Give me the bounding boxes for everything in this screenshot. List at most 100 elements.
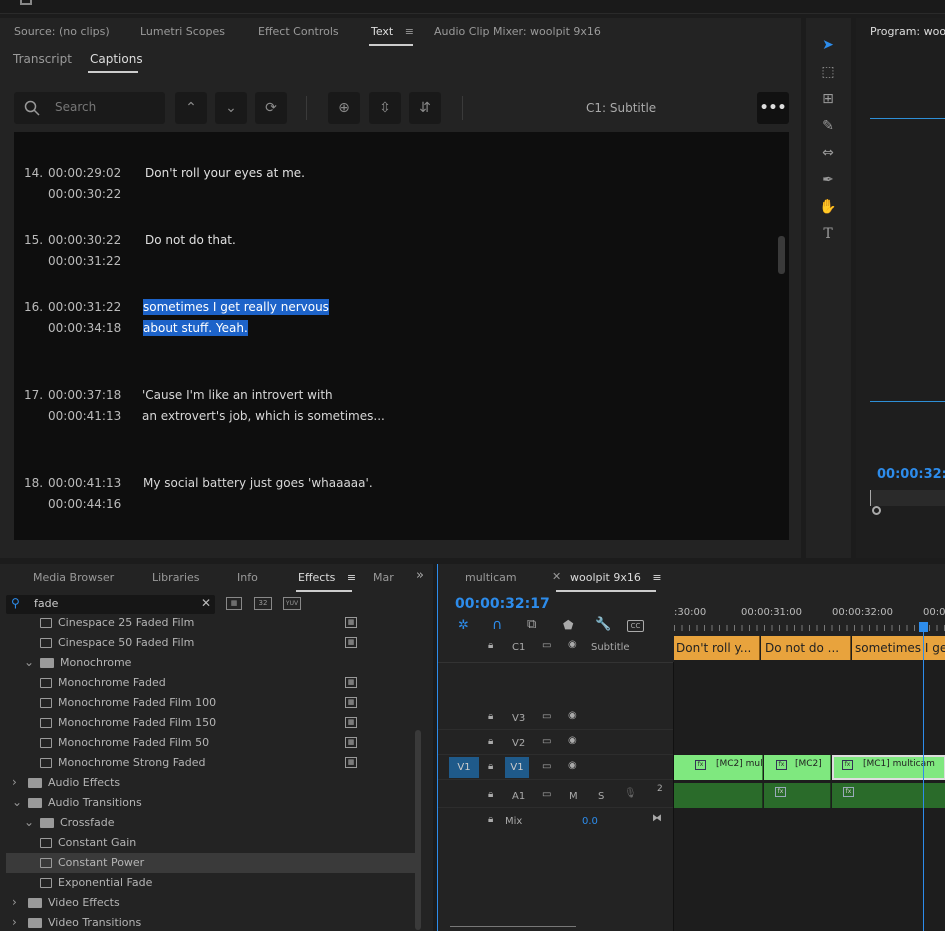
caption-item[interactable]: 14. 00:00:29:02 00:00:30:22 Don't roll y…	[24, 166, 724, 208]
add-caption-button[interactable]: ⊕	[328, 92, 360, 124]
a1-clip[interactable]	[674, 783, 763, 808]
caption-text-line2[interactable]: an extrovert's job, which is sometimes..…	[142, 409, 385, 423]
effects-tree-item[interactable]: Cinespace 25 Faded Film ▦	[6, 617, 420, 633]
effects-tree-item[interactable]: Monochrome Strong Faded ▦	[6, 753, 420, 773]
caption-start[interactable]: 00:00:41:13	[48, 476, 121, 490]
caption-text[interactable]: 'Cause I'm like an introvert with	[142, 388, 333, 402]
caption-start[interactable]: 00:00:29:02	[48, 166, 121, 180]
track-select-tool-icon[interactable]: ⬚	[817, 64, 839, 84]
tab-media-browser[interactable]: Media Browser	[33, 571, 114, 584]
chevron-right-icon[interactable]: ›	[12, 775, 17, 789]
caption-start[interactable]: 00:00:37:18	[48, 388, 121, 402]
effects-tree-item[interactable]: Exponential Fade	[6, 873, 420, 893]
caption-start[interactable]: 00:00:30:22	[48, 233, 121, 247]
lock-icon[interactable]: 🔒︎	[488, 640, 493, 651]
panel-menu-icon[interactable]: ≡	[652, 571, 661, 584]
effects-tree-item[interactable]: › Video Effects	[6, 893, 420, 913]
tab-captions[interactable]: Captions	[90, 52, 143, 66]
caption-end[interactable]: 00:00:34:18	[48, 321, 121, 335]
caption-clip[interactable]: sometimes I get	[852, 636, 945, 660]
effects-tree-item[interactable]: Monochrome Faded ▦	[6, 673, 420, 693]
lock-icon[interactable]: 🔒︎	[488, 711, 493, 722]
effects-tree-item[interactable]: Monochrome Faded Film 100 ▦	[6, 693, 420, 713]
playhead-handle[interactable]	[919, 622, 928, 632]
time-ruler[interactable]: :30:00 00:00:31:00 00:00:32:00 00:0	[674, 604, 945, 634]
film-icon[interactable]: ▭	[542, 789, 551, 800]
microphone-icon[interactable]: 🎙︎	[624, 788, 637, 799]
selection-tool-icon[interactable]: ➤	[817, 37, 839, 57]
effects-tree-item[interactable]: ⌄ Monochrome	[6, 653, 420, 673]
effects-search-field[interactable]: ⚲ fade ✕	[6, 595, 215, 614]
hand-tool-icon[interactable]: ✋	[817, 199, 839, 219]
source-patch-v1[interactable]: V1	[449, 757, 479, 778]
slip-tool-icon[interactable]: ⇔	[817, 145, 839, 165]
32bit-effects-filter-icon[interactable]: 32	[254, 597, 272, 610]
chevron-down-icon[interactable]: ⌄	[24, 815, 34, 829]
clear-search-icon[interactable]: ✕	[201, 596, 211, 610]
search-field[interactable]: Search	[14, 92, 165, 124]
caption-track-header[interactable]: 🔒︎ C1 ▭ ◉ Subtitle	[438, 636, 674, 661]
caption-item-selected[interactable]: 16. 00:00:31:22 00:00:34:18 sometimes I …	[24, 299, 724, 342]
lock-icon[interactable]: 🔒︎	[488, 761, 493, 772]
effects-tree-item[interactable]: Cinespace 50 Faded Film ▦	[6, 633, 420, 653]
effects-tree-item[interactable]: ⌄ Audio Transitions	[6, 793, 420, 813]
yuv-effects-filter-icon[interactable]: YUV	[283, 597, 301, 610]
tab-timeline-multicam[interactable]: multicam	[465, 571, 517, 584]
track-header-v3[interactable]: 🔒︎ V3 ▭ ◉	[438, 705, 674, 730]
tab-audio-clip-mixer[interactable]: Audio Clip Mixer: woolpit 9x16	[434, 25, 601, 38]
program-timecode[interactable]: 00:00:32:1	[877, 467, 945, 482]
caption-text-selected-line2[interactable]: about stuff. Yeah.	[143, 320, 248, 336]
track-header-a1[interactable]: 🔒︎ A1 ▭ M S 🎙︎ 2	[438, 783, 674, 808]
tab-libraries[interactable]: Libraries	[152, 571, 200, 584]
wrench-icon[interactable]: 🔧	[595, 617, 611, 632]
caption-text[interactable]: My social battery just goes 'whaaaaa'.	[143, 476, 373, 490]
eye-icon[interactable]: ◉	[568, 760, 577, 771]
eye-icon[interactable]: ◉	[568, 639, 577, 650]
chevron-down-icon[interactable]: ⌄	[12, 795, 22, 809]
more-panels-icon[interactable]: »	[416, 568, 424, 583]
program-scrubber-handle[interactable]	[872, 506, 881, 515]
captions-icon[interactable]: CC	[627, 620, 644, 632]
close-tab-icon[interactable]: ✕	[552, 570, 561, 583]
tab-info[interactable]: Info	[237, 571, 258, 584]
track-header-mix[interactable]: 🔒︎ Mix 0.0 ⧓	[438, 808, 674, 833]
film-icon[interactable]: ▭	[542, 736, 551, 747]
v1-clip[interactable]: fx [MC2]	[764, 755, 831, 780]
tab-transcript[interactable]: Transcript	[13, 52, 72, 66]
chevron-right-icon[interactable]: ›	[12, 895, 17, 909]
caption-end[interactable]: 00:00:44:16	[48, 497, 121, 511]
add-marker-icon[interactable]: ⧉	[527, 617, 536, 632]
tab-timeline-woolpit[interactable]: woolpit 9x16 ≡	[570, 571, 662, 584]
track-v1[interactable]: V1	[505, 757, 529, 778]
more-options-button[interactable]: •••	[757, 92, 789, 124]
lock-icon[interactable]: 🔒︎	[488, 789, 493, 800]
replace-button[interactable]: ⟳	[255, 92, 287, 124]
pen-tool-icon[interactable]: ✒	[817, 172, 839, 192]
caption-end[interactable]: 00:00:30:22	[48, 187, 121, 201]
program-title[interactable]: Program: woolp	[870, 25, 945, 38]
caption-clip[interactable]: Do not do ...	[761, 636, 851, 660]
caption-item[interactable]: 18. 00:00:41:13 00:00:44:16 My social ba…	[24, 476, 724, 518]
caption-scrollbar[interactable]	[778, 236, 785, 274]
type-tool-icon[interactable]: T	[817, 226, 839, 246]
snap-icon[interactable]: ✲	[458, 618, 469, 633]
program-scrubber[interactable]	[870, 490, 945, 515]
mix-value[interactable]: 0.0	[582, 816, 598, 827]
effects-tree-item[interactable]: › Audio Effects	[6, 773, 420, 793]
a1-clip[interactable]: fx	[832, 783, 945, 808]
mix-toggle-icon[interactable]: ⧓	[652, 813, 662, 824]
effects-tree-item[interactable]: Monochrome Faded Film 50 ▦	[6, 733, 420, 753]
eye-icon[interactable]: ◉	[568, 735, 577, 746]
prev-caption-button[interactable]: ⌃	[175, 92, 207, 124]
v1-clip[interactable]: fx [MC2] mult	[674, 755, 766, 780]
caption-item[interactable]: 15. 00:00:30:22 00:00:31:22 Do not do th…	[24, 233, 724, 275]
caption-item[interactable]: 17. 00:00:37:18 00:00:41:13 'Cause I'm l…	[24, 388, 724, 430]
effects-tree-item[interactable]: Constant Power	[6, 853, 420, 873]
next-caption-button[interactable]: ⌄	[215, 92, 247, 124]
panel-menu-icon[interactable]: ≡	[405, 25, 414, 38]
split-caption-button[interactable]: ⇳	[369, 92, 401, 124]
lock-icon[interactable]: 🔒︎	[488, 814, 493, 825]
tab-effect-controls[interactable]: Effect Controls	[258, 25, 339, 38]
tab-effects[interactable]: Effects ≡	[298, 571, 356, 584]
caption-start[interactable]: 00:00:31:22	[48, 300, 121, 314]
